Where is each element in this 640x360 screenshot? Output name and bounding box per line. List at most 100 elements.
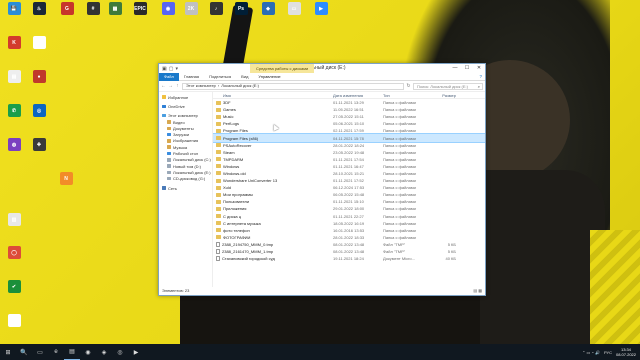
desktop-shortcut[interactable]: ▮ [28, 36, 50, 49]
file-row[interactable]: PerfLogs 05.06.2021 15:10 Папка с файлами [213, 120, 485, 127]
file-row[interactable]: PSAutoRecover 28.01.2022 18:24 Папка с фай… [213, 142, 485, 149]
file-row[interactable]: Приложения 29.01.2022 18:00 Папка с файлам… [213, 205, 485, 212]
desktop-shortcut[interactable]: 2K [180, 2, 202, 15]
taskbar-app[interactable]: e [48, 344, 64, 360]
file-date: 16.01.2016 13:53 [333, 227, 365, 233]
large-icons-view-icon[interactable]: ▦ [478, 288, 482, 293]
desktop-shortcut[interactable]: ▤ [3, 70, 25, 83]
desktop-shortcut[interactable]: ✆ [3, 104, 25, 117]
file-row[interactable]: С диска ц 01.11.2021 22:27 Папка с файлами [213, 213, 485, 220]
desktop-shortcut[interactable]: ✔ [3, 280, 25, 293]
desktop-shortcut[interactable]: ▦ [104, 2, 126, 15]
title-bar[interactable]: ▣ ▢ ▾ Локальный диск (E:) Средства работ… [159, 64, 485, 73]
tray-icons[interactable]: ⌃ ▭ ◔ 🔊 [582, 350, 600, 355]
taskbar-app[interactable]: ▶ [128, 344, 144, 360]
maximize-button[interactable]: ☐ [461, 64, 473, 72]
desktop-shortcut[interactable]: ◎ [28, 104, 50, 117]
file-icon [216, 241, 220, 247]
file-date: 28.01.2022 18:33 [333, 234, 365, 240]
file-row[interactable]: Program Files (x86) 04.11.2021 15:78 Папка… [213, 133, 485, 143]
column-date[interactable]: Дата изменения [333, 93, 383, 98]
desktop-shortcut[interactable]: Ps [230, 2, 252, 15]
details-view-icon[interactable]: ▤ [473, 288, 477, 293]
file-row[interactable]: Wondershare UniConverter 13 01.11.2021 17… [213, 177, 485, 184]
column-size[interactable]: Размер [426, 93, 456, 98]
file-name: Program Files [223, 128, 248, 134]
taskbar-app[interactable]: ◉ [80, 344, 96, 360]
ribbon-tab-share[interactable]: Поделиться [204, 73, 236, 81]
address-path[interactable]: Этот компьютер › Локальный диск (E:) [182, 82, 404, 90]
breadcrumb-drive[interactable]: Локальный диск (E:) [221, 83, 259, 89]
file-row[interactable]: Program Files 02.11.2021 17:59 Папка с фай… [213, 127, 485, 134]
file-row[interactable]: Steam 23.05.2022 19:48 Папка с файлами [213, 149, 485, 156]
forward-arrow-icon[interactable]: → [168, 83, 173, 89]
file-row[interactable]: Мои программы 06.05.2022 15:48 Папка с фай… [213, 191, 485, 198]
ribbon-tab-home[interactable]: Главная [179, 73, 204, 81]
close-button[interactable]: ✕ [473, 64, 485, 72]
drive-tools-tab[interactable]: Средства работы с дисками [250, 64, 315, 73]
minimize-button[interactable]: — [449, 64, 461, 72]
clock[interactable]: 13:34 08.07.2022 [616, 347, 636, 357]
desktop-shortcut[interactable]: ◉ [157, 2, 179, 15]
breadcrumb-this-pc[interactable]: Этот компьютер [186, 83, 216, 89]
search-input[interactable]: Поиск: Локальный диск (E:) ⌕ [413, 82, 483, 90]
file-row[interactable]: 2388_2161470_MMM_1.tmp 08.01.2022 13:48 Фа… [213, 248, 485, 255]
desktop-shortcut[interactable]: K [3, 36, 25, 49]
up-arrow-icon[interactable]: ↑ [175, 83, 180, 89]
file-row[interactable]: 2388_2194750_MMM_0.tmp 08.01.2022 13:48 Фа… [213, 241, 485, 248]
taskbar-app[interactable]: ▭ [32, 344, 48, 360]
start-button[interactable]: ⊞ [0, 344, 16, 360]
nav-item[interactable]: Сеть [159, 185, 212, 191]
app-icon: Ps [234, 2, 248, 15]
file-row[interactable]: ФОТОГРАФИИ 28.01.2022 18:33 Папка с файлам… [213, 234, 485, 241]
desktop-shortcut[interactable]: ◯ [3, 246, 25, 259]
help-icon[interactable]: ? [479, 74, 482, 79]
taskbar-app[interactable]: ◈ [96, 344, 112, 360]
folder-icon [216, 164, 221, 169]
nav-item[interactable]: Избранное [159, 94, 212, 100]
desktop-shortcut[interactable]: ▶ [310, 2, 332, 15]
desktop-shortcut[interactable]: ✚ [28, 138, 50, 151]
desktop-shortcut[interactable]: G [56, 2, 78, 15]
file-row[interactable]: фото телефон 16.01.2016 13:53 Папка с файл… [213, 227, 485, 234]
desktop-shortcut[interactable]: 💾 [3, 2, 25, 15]
taskbar-app[interactable]: ◎ [112, 344, 128, 360]
desktop-shortcut[interactable]: N [55, 172, 77, 185]
desktop-shortcut[interactable]: ▥ [3, 213, 25, 226]
ribbon-tab-file[interactable]: Файл [159, 72, 179, 81]
file-row[interactable]: Стахановский городской суд 19.11.2021 18:… [213, 255, 485, 262]
desktop-shortcut[interactable]: ● [28, 70, 50, 83]
desktop-shortcut[interactable]: ◍ [3, 138, 25, 151]
file-row[interactable]: Xuld 06.12.2024 17:53 Папка с файлами [213, 184, 485, 191]
file-explorer-window[interactable]: ▣ ▢ ▾ Локальный диск (E:) Средства работ… [158, 63, 486, 296]
language-indicator[interactable]: РУС [604, 350, 612, 355]
file-name: С интернета музыка [223, 220, 261, 226]
desktop-shortcut[interactable]: EPIC [129, 2, 151, 15]
file-row[interactable]: Music 27.05.2022 15:11 Папка с файлами [213, 113, 485, 120]
file-row[interactable]: Games 11.05.2022 16:51 Папка с файлами [213, 106, 485, 113]
desktop-shortcut[interactable]: ▢ [3, 314, 25, 327]
back-arrow-icon[interactable]: ← [161, 83, 166, 89]
desktop-shortcut[interactable]: ♨ [28, 2, 50, 15]
nav-item[interactable]: CD-дисковод (G:) [159, 176, 212, 182]
taskbar-app[interactable]: ▤ [64, 344, 80, 360]
column-type[interactable]: Тип [383, 93, 426, 98]
file-row[interactable]: Windows.old 28.10.2021 15:21 Папка с файла… [213, 170, 485, 177]
desktop-shortcut[interactable]: ♪ [205, 2, 227, 15]
file-row[interactable]: Windows 01.11.2021 16:47 Папка с файлами [213, 163, 485, 170]
file-row[interactable]: Пользователи 01.11.2021 15:10 Папка с файл… [213, 198, 485, 205]
desktop-shortcut[interactable]: ◆ [257, 2, 279, 15]
nav-item[interactable]: OneDrive [159, 103, 212, 109]
taskbar-app[interactable]: 🔍 [16, 344, 32, 360]
file-row[interactable]: TMPDARM 01.11.2021 17:54 Папка с файлами [213, 156, 485, 163]
ribbon-tab-manage[interactable]: Управление [253, 73, 285, 81]
refresh-icon[interactable]: ↻ [406, 83, 411, 89]
ribbon-tab-view[interactable]: Вид [236, 73, 253, 81]
app-icon: G [60, 2, 74, 15]
file-name: TMPDARM [223, 156, 244, 162]
file-row[interactable]: 3DF 01.11.2021 13:29 Папка с файлами [213, 99, 485, 106]
column-name[interactable]: Имя [213, 93, 333, 98]
desktop-shortcut[interactable]: # [82, 2, 104, 15]
desktop-shortcut[interactable]: ▭ [283, 2, 305, 15]
file-row[interactable]: С интернета музыка 18.05.2022 16:19 Папка … [213, 220, 485, 227]
